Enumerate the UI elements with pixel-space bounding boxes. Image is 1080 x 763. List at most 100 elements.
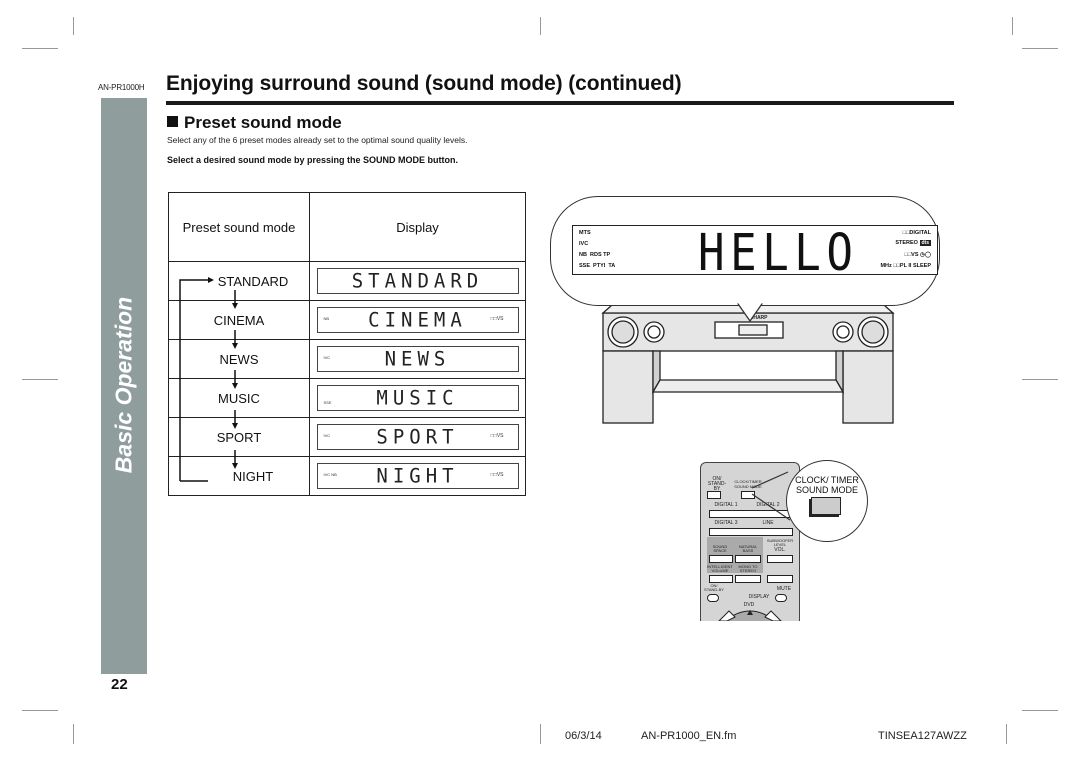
main-display-text: HELLO (697, 223, 859, 283)
lcd-text: SPORT (376, 425, 459, 449)
column-header: Preset sound mode (168, 192, 310, 262)
crop-mark (1022, 379, 1058, 380)
crop-mark (73, 17, 74, 35)
model-number: AN-PR1000H (98, 83, 145, 92)
column-header: Display (309, 192, 526, 262)
lcd-text: NEWS (384, 347, 451, 371)
label-subwoofer-level: SUBWOOFER LEVEL (766, 538, 794, 547)
lcd-display: STANDARD (316, 268, 519, 294)
mode-label: CINEMA (168, 300, 310, 340)
section-intro: Select any of the 6 preset modes already… (167, 135, 468, 145)
table-header-row: Preset sound mode Display (168, 192, 526, 262)
table-row: SPORT IVC SPORT □□VS (168, 417, 526, 457)
indicator-mhz-sleep: MHz □□PL II SLEEP (880, 263, 931, 269)
mode-label: NEWS (168, 339, 310, 379)
mute-button[interactable] (775, 594, 787, 602)
display-cell: NB CINEMA □□VS (309, 300, 526, 340)
label-display: DISPLAY (748, 594, 770, 600)
indicator-sse: SSE PTYI TA (579, 263, 616, 269)
crop-mark (540, 17, 541, 35)
on-standby-button[interactable] (707, 491, 721, 499)
label-on-standby-2: ON/ STAND-BY (704, 583, 724, 592)
table-row: CINEMA NB CINEMA □□VS (168, 300, 526, 340)
dts-badge: dts (919, 240, 931, 246)
front-display-window (738, 324, 768, 336)
callout-label: CLOCK/ TIMER SOUND MODE (795, 475, 859, 495)
indicator-digital: □□DIGITAL (902, 230, 931, 236)
indicator-vs: □□VS ◷◯ (905, 252, 931, 258)
display-cell: SSE MUSIC (309, 378, 526, 418)
label-sound-space: SOUND SPACE (712, 544, 728, 553)
crop-mark (1022, 48, 1058, 49)
crop-mark (1006, 724, 1007, 744)
lcd-display: IVC NB NIGHT □□VS (316, 463, 519, 489)
table-row: MUSIC SSE MUSIC (168, 378, 526, 418)
footer-date: 06/3/14 (565, 730, 602, 742)
dvd-standby-button[interactable] (707, 594, 719, 602)
section-title-text: Preset sound mode (184, 113, 342, 132)
label-natural-bass: NATURAL BASS (738, 544, 758, 553)
indicator-mts: MTS (579, 230, 591, 236)
sidebar-section-label: Basic Operation (110, 296, 137, 474)
crop-mark (22, 48, 58, 49)
mode-label: SPORT (168, 417, 310, 457)
label-mono-to-stereo: MONO TO STEREO (738, 564, 758, 573)
lcd-display: IVC NEWS (316, 346, 519, 372)
dvd-navigation-pad[interactable] (711, 607, 789, 621)
lcd-display: NB CINEMA □□VS (316, 307, 519, 333)
table-row: STANDARD STANDARD (168, 261, 526, 301)
label-vol: VOL. (774, 547, 786, 553)
natural-bass-button[interactable] (735, 555, 761, 563)
lcd-text: NIGHT (376, 464, 459, 488)
sound-mode-button-enlarged[interactable] (811, 497, 841, 515)
lcd-display: SSE MUSIC (316, 385, 519, 411)
crop-mark (22, 710, 58, 711)
sound-space-button[interactable] (709, 555, 733, 563)
footer-code: TINSEA127AWZZ (878, 730, 967, 742)
square-bullet-icon (167, 116, 178, 127)
crop-mark (1012, 17, 1013, 35)
crop-mark (73, 724, 74, 744)
display-cell: IVC NB NIGHT □□VS (309, 456, 526, 496)
stereo-label: STEREO (895, 240, 918, 246)
vs-label: □□VS (904, 252, 919, 258)
intelligent-volume-button[interactable] (709, 575, 733, 583)
stand-shelf (651, 379, 845, 393)
label-mute: MUTE (776, 586, 792, 592)
sound-mode-table: Preset sound mode Display STANDARD STAND… (168, 192, 526, 496)
label-digital3: DIGITAL 3 (714, 520, 738, 526)
crop-mark (22, 379, 58, 380)
lcd-text: CINEMA (368, 308, 467, 332)
label-on-standby: ON/ STAND-BY (707, 476, 727, 492)
callout-pointer (735, 301, 765, 323)
display-cell: IVC SPORT □□VS (309, 417, 526, 457)
indicator-nb-rds: NB RDS TP (579, 252, 611, 258)
stand-leg-left (602, 350, 654, 424)
loop-icon: ◯ (924, 252, 931, 258)
volume-up-button[interactable] (767, 555, 793, 563)
label-intelligent-volume: INTELLIGENT VOLUME (707, 564, 733, 573)
mono-to-stereo-button[interactable] (735, 575, 761, 583)
lcd-text: MUSIC (376, 386, 459, 410)
lcd-indicator: □□VS (490, 433, 504, 439)
section-title: Preset sound mode (167, 113, 342, 133)
lcd-indicator: □□VS (490, 472, 504, 478)
mode-label: MUSIC (168, 378, 310, 418)
sound-mode-zoom-callout: CLOCK/ TIMER SOUND MODE (786, 460, 868, 542)
indicator-ivc: IVC (579, 241, 589, 247)
lcd-indicator: □□VS (490, 316, 504, 322)
lcd-text: STANDARD (351, 269, 484, 293)
volume-down-button[interactable] (767, 575, 793, 583)
section-instruction: Select a desired sound mode by pressing … (167, 155, 459, 165)
page-title: Enjoying surround sound (sound mode) (co… (166, 72, 682, 95)
mode-label: NIGHT (168, 456, 310, 496)
mode-label: STANDARD (168, 261, 310, 301)
lcd-display: IVC SPORT □□VS (316, 424, 519, 450)
display-cell: STANDARD (309, 261, 526, 301)
stand-leg-right (842, 350, 894, 424)
indicator-stereo: STEREO dts (895, 240, 931, 246)
title-rule (166, 101, 954, 105)
crop-mark (540, 724, 541, 744)
crop-mark (1022, 710, 1058, 711)
table-row: NEWS IVC NEWS (168, 339, 526, 379)
